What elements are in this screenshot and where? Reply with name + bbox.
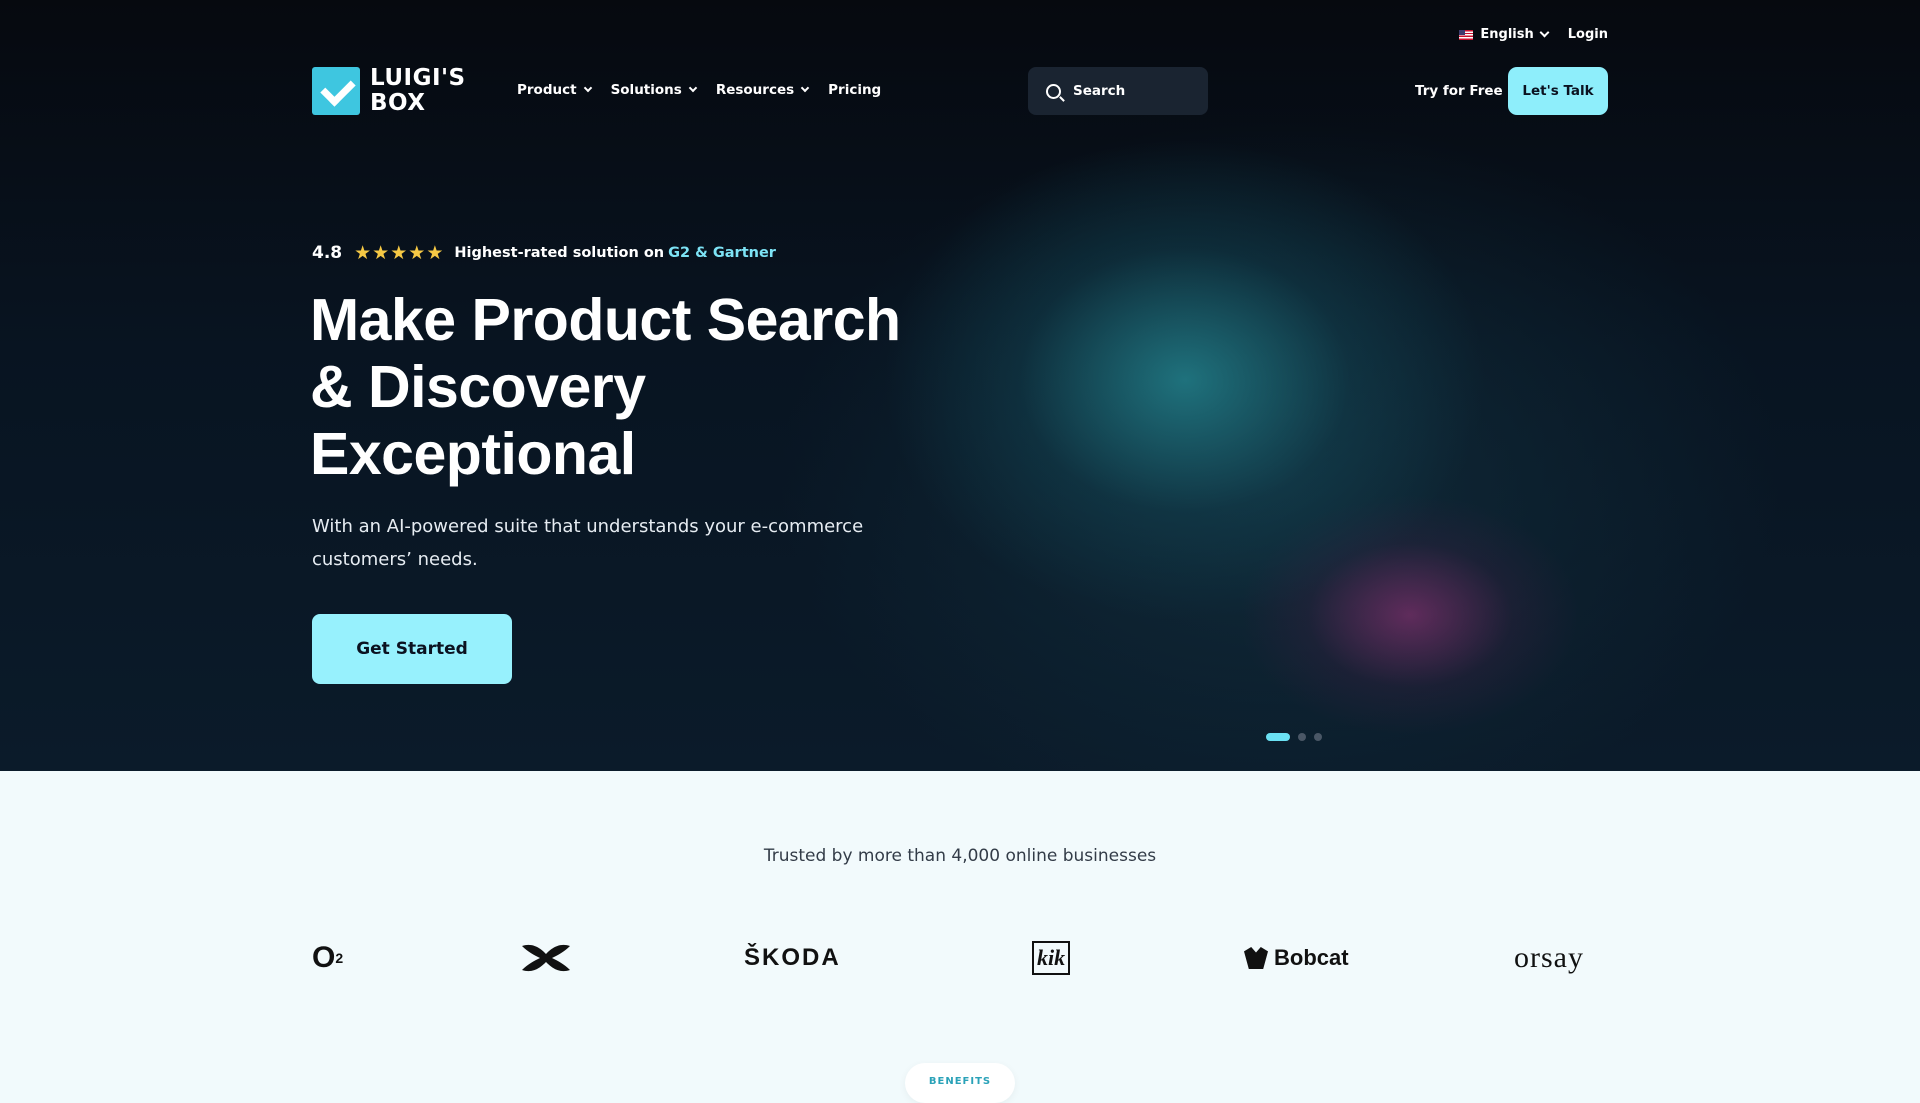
- kik-logo-text: kik: [1032, 941, 1071, 975]
- hero-headline: Make Product Search & Discovery Exceptio…: [310, 287, 950, 488]
- hero-section: English Login LUIGI'S BOX Product Soluti…: [0, 0, 1920, 771]
- headline-line: & Discovery: [310, 354, 646, 420]
- o2-logo: O2: [312, 938, 343, 978]
- rating-text: Highest-rated solution on: [454, 245, 665, 261]
- carousel-indicator: [1266, 733, 1322, 741]
- rating-stars: ★ ★ ★ ★ ★: [354, 241, 444, 264]
- star-icon: ★: [390, 241, 408, 264]
- logo-line-1: LUIGI'S: [370, 65, 466, 91]
- language-selector[interactable]: English: [1459, 27, 1550, 42]
- trusted-by-title: Trusted by more than 4,000 online busine…: [763, 846, 1157, 866]
- star-icon: ★: [372, 241, 390, 264]
- nav-label: Product: [517, 82, 577, 98]
- star-icon: ★: [408, 241, 426, 264]
- carousel-dot-3[interactable]: [1314, 733, 1322, 741]
- headline-line: Make Product Search: [310, 287, 901, 353]
- language-label: English: [1480, 27, 1534, 42]
- bobcat-logo-text: Bobcat: [1274, 945, 1349, 970]
- chevron-down-icon: [583, 83, 592, 93]
- o2-logo-sub: 2: [335, 950, 344, 966]
- main-nav: Product Solutions Resources Pricing: [517, 82, 881, 98]
- logo-text: LUIGI'S BOX: [370, 66, 466, 116]
- nav-label: Solutions: [610, 82, 682, 98]
- under-armour-icon: [522, 944, 570, 972]
- client-logos: O2 ŠKODA kik Bobcat orsay: [312, 938, 1608, 978]
- nav-label: Pricing: [828, 82, 882, 98]
- login-link[interactable]: Login: [1568, 27, 1608, 42]
- nav-item-product[interactable]: Product: [517, 82, 592, 98]
- hero-subheading: With an AI-powered suite that understand…: [312, 516, 864, 570]
- logo-line-2: BOX: [370, 90, 426, 116]
- utility-bar: English Login: [1459, 27, 1608, 42]
- rating-score: 4.8: [312, 243, 343, 263]
- logo[interactable]: LUIGI'S BOX: [312, 66, 466, 116]
- chevron-down-icon: [1539, 27, 1550, 38]
- rating-source-link[interactable]: G2 & Gartner: [668, 245, 776, 261]
- orsay-logo: orsay: [1514, 941, 1584, 974]
- lets-talk-button[interactable]: Let's Talk: [1508, 67, 1608, 115]
- skoda-logo: ŠKODA: [744, 944, 841, 971]
- carousel-dot-1[interactable]: [1266, 733, 1290, 741]
- us-flag-icon: [1459, 29, 1474, 40]
- under-armour-logo: [520, 938, 572, 978]
- headline-line: Exceptional: [310, 421, 636, 487]
- star-icon: ★: [354, 241, 372, 264]
- kik-logo: kik: [1032, 938, 1071, 978]
- try-for-free-link[interactable]: Try for Free: [1415, 83, 1503, 99]
- rating-bar: 4.8 ★ ★ ★ ★ ★ Highest-rated solution on …: [312, 243, 776, 263]
- search-input[interactable]: Search: [1028, 67, 1208, 115]
- benefits-label: BENEFITS: [905, 1063, 1015, 1103]
- star-icon: ★: [426, 241, 444, 264]
- nav-label: Resources: [715, 82, 795, 98]
- o2-logo-letter: O: [312, 941, 336, 974]
- chevron-down-icon: [800, 83, 810, 93]
- logo-check-icon: [312, 67, 360, 115]
- bobcat-logo: Bobcat: [1244, 938, 1349, 978]
- nav-item-resources[interactable]: Resources: [715, 82, 810, 98]
- search-icon: [1046, 83, 1061, 99]
- chevron-down-icon: [688, 83, 698, 93]
- bobcat-icon: [1244, 947, 1268, 969]
- carousel-dot-2[interactable]: [1298, 733, 1306, 741]
- trusted-by-section: Trusted by more than 4,000 online busine…: [0, 771, 1920, 1103]
- nav-item-pricing[interactable]: Pricing: [828, 82, 881, 98]
- nav-item-solutions[interactable]: Solutions: [610, 82, 698, 98]
- get-started-button[interactable]: Get Started: [312, 614, 512, 684]
- search-placeholder: Search: [1073, 83, 1126, 99]
